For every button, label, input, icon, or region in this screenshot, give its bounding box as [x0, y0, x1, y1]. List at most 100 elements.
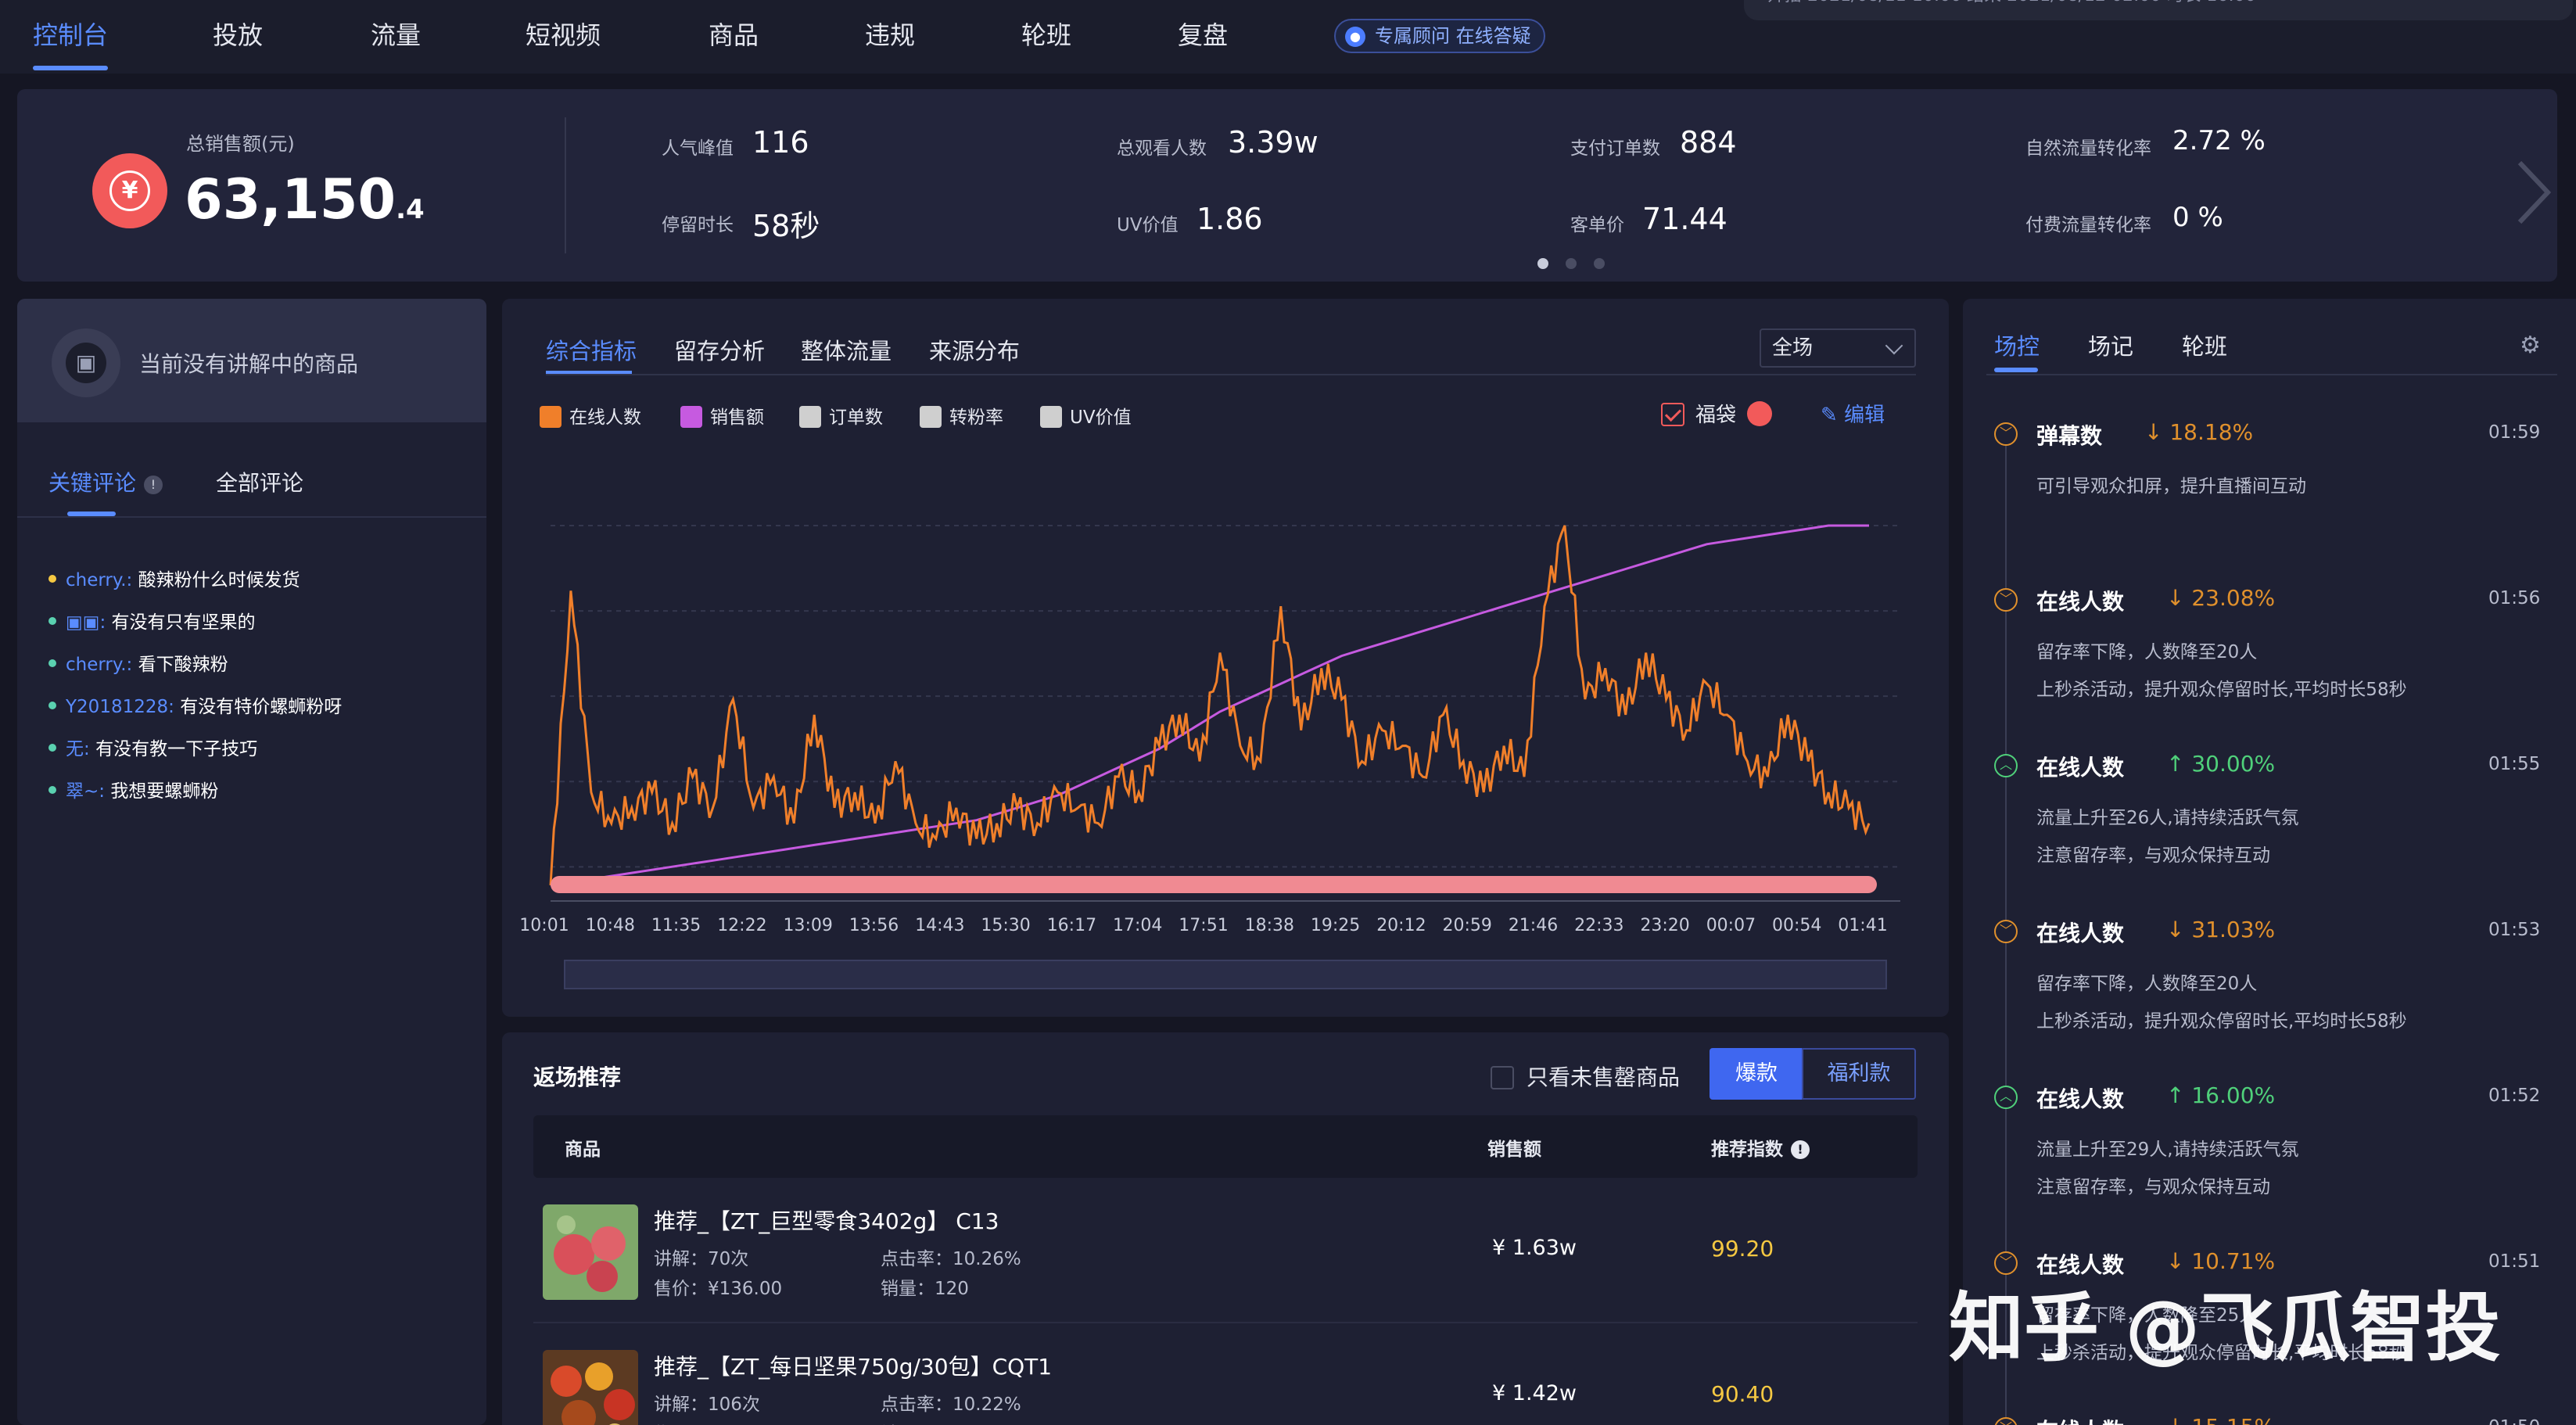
col-product: 商品 [565, 1140, 601, 1160]
stat-label-paid-cvr: 付费流量转化率 [2025, 215, 2151, 235]
tab-key-comments[interactable]: 关键评论! [48, 466, 163, 497]
total-sales-label: 总销售额(元) [186, 133, 295, 155]
event-description: 流量上升至26人,请持续活跃气氛 [2036, 808, 2299, 828]
product-talks: 讲解：106次 [654, 1394, 760, 1415]
event-title: 在线人数 [2036, 1086, 2125, 1112]
event-description: 流量上升至29人,请持续活跃气氛 [2036, 1140, 2299, 1160]
comment-user: 无: [66, 739, 90, 759]
product-image [543, 1204, 638, 1300]
comment-user: cherry.: [66, 570, 133, 590]
nav-item-products[interactable]: 商品 [709, 16, 759, 52]
comment-dot [48, 617, 56, 625]
trend-up-icon: ︿ [1994, 1086, 2018, 1109]
unsold-only-checkbox[interactable]: 只看未售罄商品 [1491, 1061, 1680, 1092]
event-time: 01:50 [2488, 1417, 2540, 1425]
comments-panel: ▣ 当前没有讲解中的商品 关键评论! 全部评论 cherry.: 酸辣粉什么时候… [17, 299, 486, 1425]
comment-user: ▣▣: [66, 612, 106, 633]
event-delta: ↓ 23.08% [2166, 585, 2276, 611]
x-tick-label: 20:12 [1376, 916, 1426, 935]
comment-item: Y20181228: 有没有特价螺蛳粉呀 [48, 691, 342, 718]
x-tick-label: 22:33 [1574, 916, 1623, 935]
series-line-online [549, 525, 1871, 886]
nav-item-review[interactable]: 复盘 [1178, 16, 1228, 52]
watermark: 知乎 @飞瓜智投 [1949, 1284, 2501, 1372]
x-tick-label: 18:38 [1245, 916, 1294, 935]
line-chart: 10:01 10:48 11:35 12:22 13:09 13:56 14:43 15:30… [519, 524, 1900, 989]
product-recommend-panel: 返场推荐 只看未售罄商品 爆款 福利款 商品 销售额 推荐指数! 推荐_【ZT_… [502, 1032, 1949, 1425]
tab-notes[interactable]: 场记 [2088, 328, 2133, 361]
comment-user: 翠~: [66, 781, 106, 802]
stat-value-natural-cvr: 2.72 % [2172, 125, 2266, 156]
x-tick-label: 17:51 [1179, 916, 1228, 935]
event-title: 弹幕数 [2036, 423, 2103, 449]
product-name: 推荐_【ZT_每日坚果750g/30包】CQT1 [654, 1354, 1053, 1380]
nav-item-violations[interactable]: 违规 [865, 16, 915, 52]
advisor-button[interactable]: ● 专属顾问 在线答疑 [1334, 19, 1545, 53]
trend-down-icon: ﹀ [1994, 920, 2018, 943]
event-description: 留存率下降，人数降至20人 [2036, 642, 2258, 662]
nav-item-shifts[interactable]: 轮班 [1021, 16, 1071, 52]
product-sales: ¥ 1.63w [1492, 1236, 1577, 1260]
comment-text: 有没有教一下子技巧 [95, 739, 258, 759]
tab-control[interactable]: 场控 [1994, 328, 2040, 361]
stat-label-orders: 支付订单数 [1570, 138, 1660, 159]
x-tick-label: 13:56 [849, 916, 899, 935]
nav-item-ads[interactable]: 投放 [213, 16, 263, 52]
x-tick-label: 00:07 [1706, 916, 1756, 935]
comment-dot [48, 786, 56, 794]
product-sales: ¥ 1.42w [1492, 1381, 1577, 1405]
tab-shift[interactable]: 轮班 [2182, 328, 2227, 361]
stat-value-stay: 58秒 [752, 209, 820, 243]
nav-active-indicator [33, 66, 108, 70]
tab-divider [17, 516, 486, 518]
product-ctr: 点击率：10.26% [881, 1249, 1021, 1269]
comment-user: Y20181228: [66, 697, 174, 717]
stat-value-avg-price: 71.44 [1642, 202, 1727, 236]
chat-icon: ● [1345, 27, 1365, 47]
event-description: 上秒杀活动，提升观众停留时长,平均时长58秒 [2036, 1011, 2407, 1032]
carousel-dot-3[interactable] [1594, 258, 1605, 269]
comment-dot [48, 702, 56, 709]
trend-down-icon: ﹀ [1994, 1417, 2018, 1425]
event-delta: ↑ 30.00% [2166, 751, 2276, 777]
event-title: 在线人数 [2036, 755, 2125, 781]
comment-item: cherry.: 看下酸辣粉 [48, 649, 228, 676]
event-delta: ↓ 31.03% [2166, 917, 2276, 942]
product-panel-title: 返场推荐 [533, 1064, 622, 1090]
table-row[interactable]: 推荐_【ZT_每日坚果750g/30包】CQT1 讲解：106次 点击率：10.… [533, 1326, 1918, 1425]
col-score: 推荐指数! [1711, 1134, 1810, 1161]
tab-divider [1986, 374, 2557, 375]
x-tick-label: 00:54 [1772, 916, 1821, 935]
tab-all-comments[interactable]: 全部评论 [216, 466, 303, 497]
info-icon: ! [1791, 1140, 1810, 1159]
nav-item-traffic[interactable]: 流量 [371, 16, 421, 52]
stat-value-uv: 1.86 [1197, 202, 1263, 236]
chart-panel: 综合指标 留存分析 整体流量 来源分布 全场 在线人数 销售额 订单数 转粉率 … [502, 299, 1949, 1017]
event-time: 01:55 [2488, 754, 2541, 774]
checkbox-icon [1491, 1066, 1514, 1089]
x-tick-label: 14:43 [915, 916, 964, 935]
nav-item-short-video[interactable]: 短视频 [526, 16, 601, 52]
trend-down-icon: ﹀ [1994, 422, 2018, 446]
nav-item-console[interactable]: 控制台 [33, 16, 108, 52]
x-tick-label: 13:09 [783, 916, 832, 935]
carousel-dot-1[interactable] [1537, 258, 1548, 269]
stat-label-stay: 停留时长 [662, 215, 734, 235]
event-title: 在线人数 [2036, 921, 2125, 946]
advisor-label: 专属顾问 在线答疑 [1375, 25, 1531, 47]
col-sales[interactable]: 销售额 [1487, 1134, 1541, 1161]
product-table-header: 商品 销售额 推荐指数! [533, 1115, 1918, 1178]
comment-item: ▣▣: 有没有只有坚果的 [48, 607, 256, 634]
stats-panel: ¥ 总销售额(元) 63,150.4 人气峰值 116 停留时长 58秒 总观看… [17, 89, 2557, 282]
comment-dot [48, 575, 56, 583]
hot-products-button[interactable]: 爆款 [1710, 1048, 1803, 1100]
carousel-dot-2[interactable] [1566, 258, 1577, 269]
gear-icon[interactable]: ⚙ [2520, 332, 2541, 359]
stat-label-uv: UV价值 [1117, 215, 1179, 235]
welfare-products-button[interactable]: 福利款 [1802, 1048, 1916, 1100]
table-row[interactable]: 推荐_【ZT_巨型零食3402g】 C13 讲解：70次 点击率：10.26% … [533, 1181, 1918, 1323]
event-time: 01:56 [2488, 588, 2541, 608]
x-tick-label: 01:41 [1838, 916, 1887, 935]
next-arrow-icon[interactable] [2509, 153, 2556, 232]
product-score: 99.20 [1711, 1236, 1774, 1262]
